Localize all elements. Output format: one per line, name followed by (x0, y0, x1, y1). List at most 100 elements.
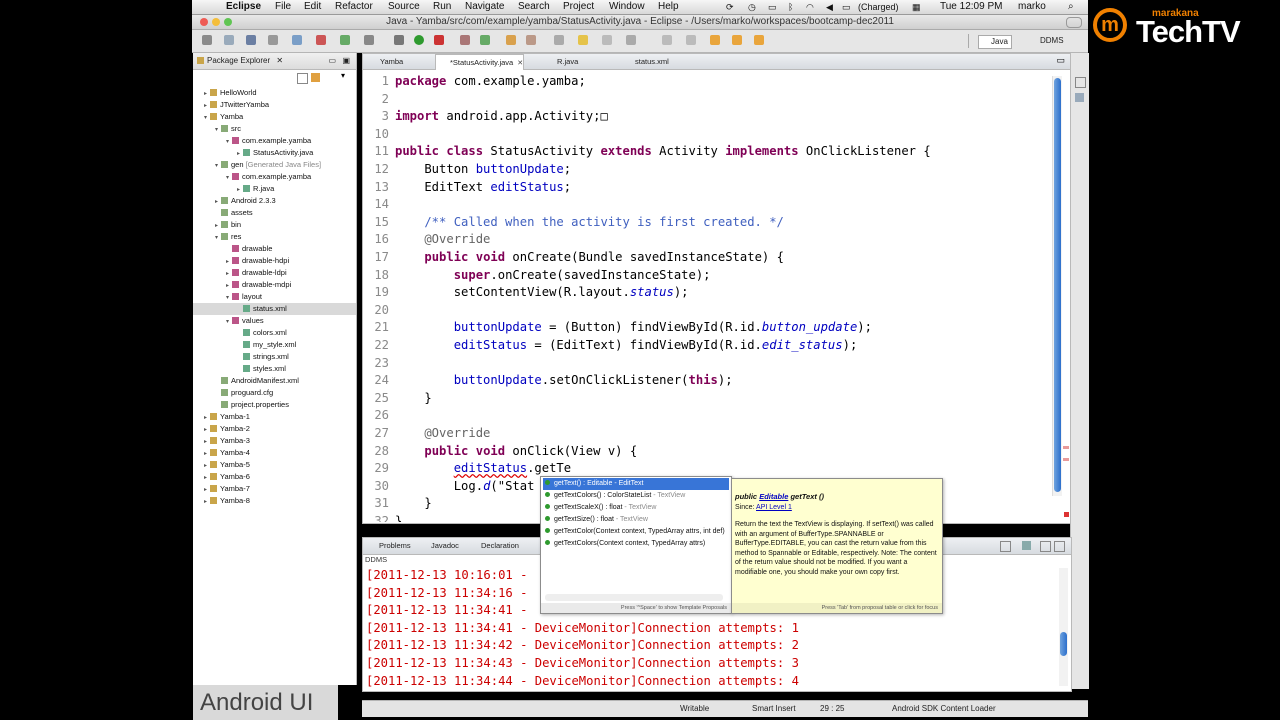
menu-search[interactable]: Search (518, 0, 550, 14)
link-editor-icon[interactable] (311, 73, 320, 82)
code-area[interactable]: 1 package com.example.yamba; 2 3 import andr… (363, 72, 1053, 522)
api-level-link[interactable]: API Level 1 (756, 504, 792, 511)
tree-item[interactable]: status.xml (193, 303, 356, 315)
outline-icon[interactable] (1075, 93, 1084, 102)
tree-item[interactable]: ▸ HelloWorld (193, 87, 356, 99)
tree-item[interactable]: ▸ Yamba-5 (193, 459, 356, 471)
tree-item[interactable]: my_style.xml (193, 339, 356, 351)
editor-tab[interactable]: status.xml (621, 54, 669, 69)
menu-file[interactable]: File (275, 0, 291, 14)
tree-item[interactable]: ▸ Yamba-4 (193, 447, 356, 459)
lint-icon[interactable] (364, 35, 374, 45)
tree-item[interactable]: ▸ Yamba-6 (193, 471, 356, 483)
proposal-item[interactable]: getTextColors(Context context, TypedArra… (543, 538, 729, 550)
print-icon[interactable] (292, 35, 302, 45)
open-icon[interactable] (224, 35, 234, 45)
proposal-item[interactable]: getText() : Editable - EditText (543, 478, 729, 490)
tree-item[interactable]: ▸ JTwitterYamba (193, 99, 356, 111)
run-icon[interactable] (414, 35, 424, 45)
sync-icon[interactable]: ⟳ (726, 0, 734, 14)
menu-navigate[interactable]: Navigate (465, 0, 504, 14)
volume-icon[interactable]: ◀ (826, 0, 833, 14)
perspective-java[interactable]: Java (978, 35, 1012, 49)
error-marker[interactable] (1063, 446, 1069, 449)
maximize-panel-icon[interactable] (1054, 541, 1065, 552)
search-icon[interactable] (526, 35, 536, 45)
back-icon[interactable] (732, 35, 742, 45)
new-java-project-icon[interactable] (460, 35, 470, 45)
menu-refactor[interactable]: Refactor (335, 0, 373, 14)
error-marker[interactable] (1063, 458, 1069, 461)
close-window-icon[interactable] (200, 18, 208, 26)
menu-user[interactable]: marko (1018, 0, 1046, 14)
tree-item[interactable]: ▸ bin (193, 219, 356, 231)
tree-item[interactable]: ▸ Android 2.3.3 (193, 195, 356, 207)
tree-item[interactable]: ▸ Yamba-7 (193, 483, 356, 495)
tree-item[interactable]: ▾ src (193, 123, 356, 135)
tree-item[interactable]: ▸ drawable-ldpi (193, 267, 356, 279)
zoom-window-icon[interactable] (224, 18, 232, 26)
bluetooth-icon[interactable]: ᛒ (788, 0, 793, 14)
close-view-icon[interactable]: ✕ (276, 56, 283, 65)
time-machine-icon[interactable]: ◷ (748, 0, 756, 14)
tree-item[interactable]: ▾ com.example.yamba (193, 135, 356, 147)
toggle-mark-icon[interactable] (554, 35, 564, 45)
proposal-item[interactable]: getTextScaleX() : float - TextView (543, 502, 729, 514)
battery-icon[interactable]: ▭ (842, 0, 851, 14)
tree-item[interactable]: project.properties (193, 399, 356, 411)
android-sdk-icon[interactable] (316, 35, 326, 45)
tree-item[interactable]: drawable (193, 243, 356, 255)
editable-link[interactable]: Editable (759, 492, 788, 501)
menu-edit[interactable]: Edit (304, 0, 321, 14)
battery-status[interactable]: (Charged) (858, 0, 899, 14)
menu-help[interactable]: Help (658, 0, 679, 14)
editor-tab[interactable]: Yamba (366, 54, 403, 69)
previous-annotation-icon[interactable] (686, 35, 696, 45)
maximize-view-icon[interactable]: ▣ (342, 53, 350, 69)
tree-item[interactable]: proguard.cfg (193, 387, 356, 399)
editor-scrollbar[interactable] (1052, 76, 1062, 496)
console-scrollbar[interactable] (1059, 568, 1068, 686)
toolbar-toggle-icon[interactable] (1066, 17, 1082, 28)
perspective-ddms[interactable]: DDMS (1028, 35, 1064, 47)
menu-run[interactable]: Run (433, 0, 451, 14)
menu-app-name[interactable]: Eclipse (226, 0, 261, 14)
airplay-icon[interactable]: ▭ (768, 0, 777, 14)
tab-declaration[interactable]: Declaration (469, 538, 519, 554)
tree-item[interactable]: ▾ gen [Generated Java Files] (193, 159, 356, 171)
menu-window[interactable]: Window (609, 0, 645, 14)
tree-item[interactable]: ▸ drawable-hdpi (193, 255, 356, 267)
proposal-item[interactable]: getTextColor(Context context, TypedArray… (543, 526, 729, 538)
spotlight-icon[interactable]: ⌕ (1068, 0, 1074, 14)
minimize-view-icon[interactable]: ▭ (328, 53, 336, 69)
tree-item[interactable]: ▸ R.java (193, 183, 356, 195)
console-scroll-thumb[interactable] (1060, 632, 1067, 656)
console-pin-icon[interactable] (1000, 541, 1011, 552)
avd-manager-icon[interactable] (340, 35, 350, 45)
tree-item[interactable]: ▸ Yamba-1 (193, 411, 356, 423)
expand-toggle-icon[interactable]: ▸ (201, 496, 210, 508)
minimize-panel-icon[interactable] (1040, 541, 1051, 552)
collapse-all-icon[interactable] (297, 73, 308, 84)
block-selection-icon[interactable] (602, 35, 612, 45)
menu-project[interactable]: Project (563, 0, 594, 14)
tree-item[interactable]: AndroidManifest.xml (193, 375, 356, 387)
save-icon[interactable] (246, 35, 256, 45)
tree-item[interactable]: ▾ res (193, 231, 356, 243)
forward-icon[interactable] (754, 35, 764, 45)
open-type-icon[interactable] (506, 35, 516, 45)
display-console-icon[interactable] (1022, 541, 1031, 550)
menu-source[interactable]: Source (388, 0, 420, 14)
next-annotation-icon[interactable] (662, 35, 672, 45)
tree-item[interactable]: ▸ Yamba-8 (193, 495, 356, 507)
save-all-icon[interactable] (268, 35, 278, 45)
tree-item[interactable]: ▾ values (193, 315, 356, 327)
tree-item[interactable]: ▸ Yamba-3 (193, 435, 356, 447)
view-menu-icon[interactable]: ▾ (341, 71, 345, 80)
tree-item[interactable]: styles.xml (193, 363, 356, 375)
tree-item[interactable]: colors.xml (193, 327, 356, 339)
editor-tab[interactable]: *StatusActivity.java ✕ (435, 54, 525, 70)
tab-problems[interactable]: Problems (367, 538, 411, 554)
new-package-icon[interactable] (480, 35, 490, 45)
proposal-item[interactable]: getTextSize() : float - TextView (543, 514, 729, 526)
